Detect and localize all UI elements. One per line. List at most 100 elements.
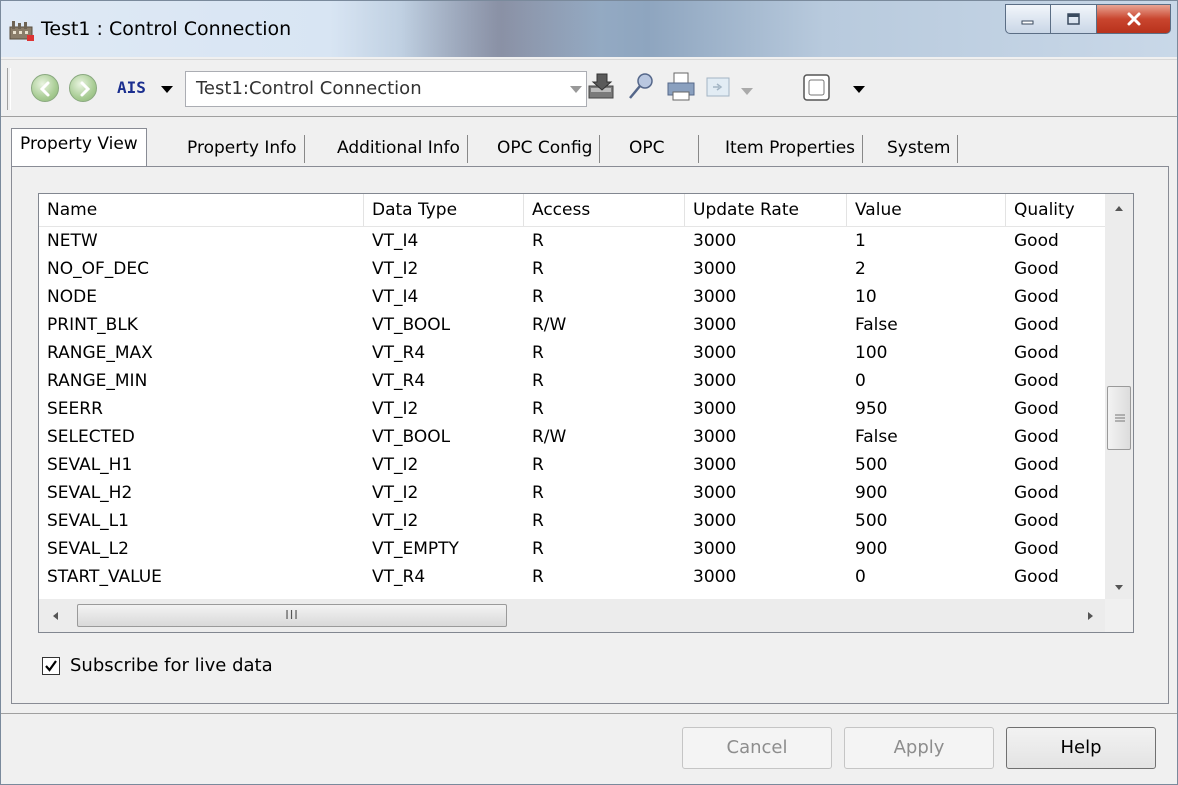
table-cell: Good	[1014, 343, 1059, 363]
table-cell: 500	[855, 511, 888, 531]
app-factory-icon	[9, 21, 34, 41]
table-row[interactable]: NETW VT_I4 R 3000 1 Good	[39, 227, 1105, 255]
subscribe-option[interactable]: Subscribe for live data	[42, 655, 273, 676]
config-icon[interactable]	[705, 74, 737, 102]
scroll-up-icon[interactable]	[1113, 204, 1125, 212]
table-row[interactable]: NODE VT_I4 R 3000 10 Good	[39, 283, 1105, 311]
table-cell: VT_I2	[372, 483, 419, 503]
tab-system[interactable]: System	[879, 132, 959, 166]
table-cell: 3000	[693, 567, 737, 587]
download-icon[interactable]	[585, 70, 619, 104]
table-cell: 3000	[693, 315, 737, 335]
table-row[interactable]: RANGE_MIN VT_R4 R 3000 0 Good	[39, 367, 1105, 395]
toolbar-grip[interactable]	[7, 68, 11, 110]
table-cell: R	[532, 483, 544, 503]
table-cell: VT_BOOL	[372, 315, 451, 335]
table-cell: 3000	[693, 483, 737, 503]
minimize-icon	[1021, 20, 1034, 25]
apply-button[interactable]: Apply	[844, 727, 994, 769]
subscribe-checkbox[interactable]	[42, 656, 60, 675]
scroll-right-icon[interactable]	[1087, 610, 1095, 622]
tab-property-info[interactable]: Property Info	[179, 132, 305, 166]
table-cell: Good	[1014, 567, 1059, 587]
table-cell: VT_I2	[372, 399, 419, 419]
table-cell: 10	[855, 287, 877, 307]
table-row[interactable]: SEERR VT_I2 R 3000 950 Good	[39, 395, 1105, 423]
table-cell: VT_EMPTY	[372, 539, 459, 559]
column-header-access[interactable]: Access	[524, 194, 685, 226]
scroll-left-icon[interactable]	[51, 610, 59, 622]
table-cell: SEVAL_L1	[47, 511, 129, 531]
table-row[interactable]: RANGE_MAX VT_R4 R 3000 100 Good	[39, 339, 1105, 367]
help-button[interactable]: Help	[1006, 727, 1156, 769]
table-cell: 2	[855, 259, 866, 279]
table-cell: R	[532, 511, 544, 531]
maximize-button[interactable]	[1051, 4, 1097, 34]
scroll-down-icon[interactable]	[1113, 584, 1125, 592]
table-cell: Good	[1014, 539, 1059, 559]
table-cell: Good	[1014, 315, 1059, 335]
table-row[interactable]: NO_OF_DEC VT_I2 R 3000 2 Good	[39, 255, 1105, 283]
horizontal-scroll-thumb[interactable]: III	[77, 604, 507, 627]
address-value: Test1:Control Connection	[196, 78, 422, 99]
back-button[interactable]	[31, 74, 59, 102]
pin-icon[interactable]	[625, 70, 657, 104]
table-cell: SEVAL_L2	[47, 539, 129, 559]
tab-opc-config[interactable]: OPC Config	[489, 132, 601, 166]
table-cell: 3000	[693, 259, 737, 279]
table-row[interactable]: SEVAL_H1 VT_I2 R 3000 500 Good	[39, 451, 1105, 479]
table-cell: Good	[1014, 259, 1059, 279]
forward-button[interactable]	[69, 74, 97, 102]
table-cell: VT_R4	[372, 567, 426, 587]
object-type-button[interactable]: AIS	[117, 78, 146, 97]
column-header-value[interactable]: Value	[847, 194, 1006, 226]
table-row[interactable]: SEVAL_L1 VT_I2 R 3000 500 Good	[39, 507, 1105, 535]
print-icon[interactable]	[665, 70, 697, 104]
tab-property-view[interactable]: Property View	[11, 128, 147, 169]
column-header-quality[interactable]: Quality	[1006, 194, 1105, 226]
minimize-button[interactable]	[1005, 4, 1051, 34]
table-row[interactable]: START_VALUE VT_R4 R 3000 0 Good	[39, 563, 1105, 591]
table-cell: R/W	[532, 427, 567, 447]
table-cell: 3000	[693, 343, 737, 363]
table-cell: 900	[855, 483, 888, 503]
subscribe-label: Subscribe for live data	[70, 655, 273, 676]
cancel-button[interactable]: Cancel	[682, 727, 832, 769]
window-icon[interactable]	[801, 72, 833, 104]
vertical-scroll-thumb[interactable]	[1107, 386, 1131, 450]
grip-icon	[1115, 414, 1125, 422]
tab-additional-info[interactable]: Additional Info	[329, 132, 468, 166]
table-cell: 3000	[693, 371, 737, 391]
table-cell: SEVAL_H1	[47, 455, 133, 475]
window-dropdown-icon[interactable]	[853, 86, 865, 93]
address-dropdown-icon[interactable]	[570, 86, 582, 93]
table-cell: Good	[1014, 483, 1059, 503]
object-type-label: AIS	[117, 78, 146, 97]
table-cell: Good	[1014, 511, 1059, 531]
table-cell: R	[532, 567, 544, 587]
table-cell: 3000	[693, 539, 737, 559]
table-cell: 1	[855, 231, 866, 251]
object-type-dropdown-icon[interactable]	[161, 86, 173, 93]
column-header-update-rate[interactable]: Update Rate	[685, 194, 847, 226]
table-row[interactable]: SEVAL_L2 VT_EMPTY R 3000 900 Good	[39, 535, 1105, 563]
column-header-name[interactable]: Name	[39, 194, 364, 226]
tab-opc[interactable]: OPC	[621, 132, 699, 166]
table-row[interactable]: PRINT_BLK VT_BOOL R/W 3000 False Good	[39, 311, 1105, 339]
property-grid: Name Data Type Access Update Rate Value …	[38, 193, 1134, 633]
config-dropdown-icon[interactable]	[741, 88, 753, 95]
horizontal-scrollbar[interactable]: III	[39, 599, 1105, 632]
table-cell: 500	[855, 455, 888, 475]
table-cell: R	[532, 343, 544, 363]
table-row[interactable]: SELECTED VT_BOOL R/W 3000 False Good	[39, 423, 1105, 451]
table-row[interactable]: SEVAL_H2 VT_I2 R 3000 900 Good	[39, 479, 1105, 507]
close-button[interactable]	[1097, 4, 1171, 34]
title-bar[interactable]: Test1 : Control Connection	[1, 1, 1177, 57]
table-cell: VT_I4	[372, 231, 419, 251]
back-arrow-icon	[39, 81, 50, 97]
tab-item-properties[interactable]: Item Properties	[717, 132, 864, 166]
table-cell: 3000	[693, 455, 737, 475]
column-header-data-type[interactable]: Data Type	[364, 194, 524, 226]
address-combo[interactable]: Test1:Control Connection	[185, 71, 587, 107]
vertical-scrollbar[interactable]	[1105, 194, 1133, 599]
